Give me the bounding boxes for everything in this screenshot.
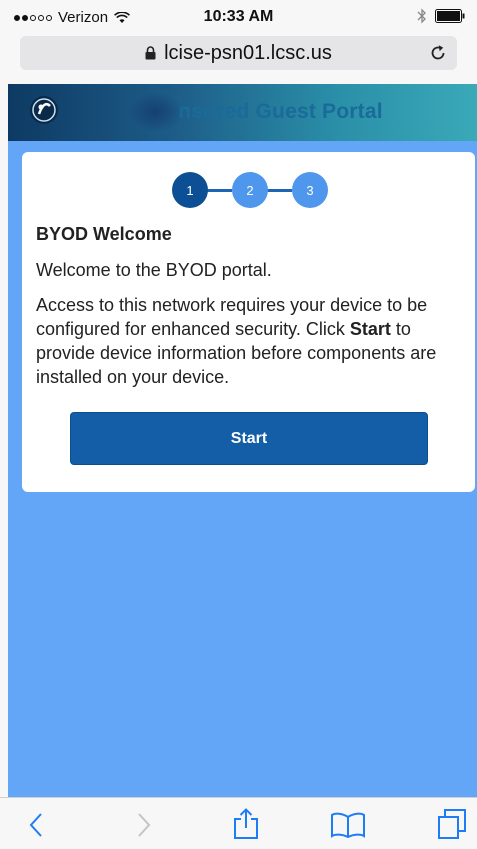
welcome-card: 1 2 3 BYOD Welcome Welcome to the BYOD p…: [22, 152, 475, 492]
step-1: 1: [172, 172, 208, 208]
address-bar[interactable]: lcise-psn01.lcsc.us: [20, 36, 457, 70]
share-icon[interactable]: [232, 808, 260, 840]
lock-icon: [145, 46, 156, 60]
bookmarks-icon[interactable]: [330, 812, 366, 838]
banner-smudge: [128, 92, 183, 132]
bluetooth-icon: [417, 8, 426, 24]
portal-banner: Sponsored Guest Portal: [8, 84, 477, 141]
status-right: [417, 8, 465, 24]
welcome-text: Welcome to the BYOD portal.: [36, 260, 272, 280]
progress-steps: 1 2 3: [172, 172, 330, 208]
tabs-icon[interactable]: [437, 808, 467, 840]
step-3: 3: [292, 172, 328, 208]
battery-icon: [435, 9, 465, 23]
card-title: BYOD Welcome: [36, 224, 172, 244]
back-icon[interactable]: [28, 812, 44, 838]
portal-logo-icon: [30, 96, 58, 124]
url-text: lcise-psn01.lcsc.us: [164, 41, 332, 64]
instructions-text: Access to this network requires your dev…: [36, 293, 466, 389]
status-bar: Verizon 10:33 AM: [0, 0, 477, 34]
forward-icon[interactable]: [136, 812, 152, 838]
instructions-start-bold: Start: [349, 319, 391, 339]
status-time: 10:33 AM: [203, 8, 274, 25]
step-2: 2: [232, 172, 268, 208]
start-button[interactable]: Start: [70, 412, 428, 465]
portal-title-visible: nsored Guest Portal: [178, 100, 383, 123]
address-bar-area: lcise-psn01.lcsc.us: [0, 34, 477, 84]
browser-toolbar: [0, 797, 477, 849]
reload-icon[interactable]: [429, 44, 447, 62]
